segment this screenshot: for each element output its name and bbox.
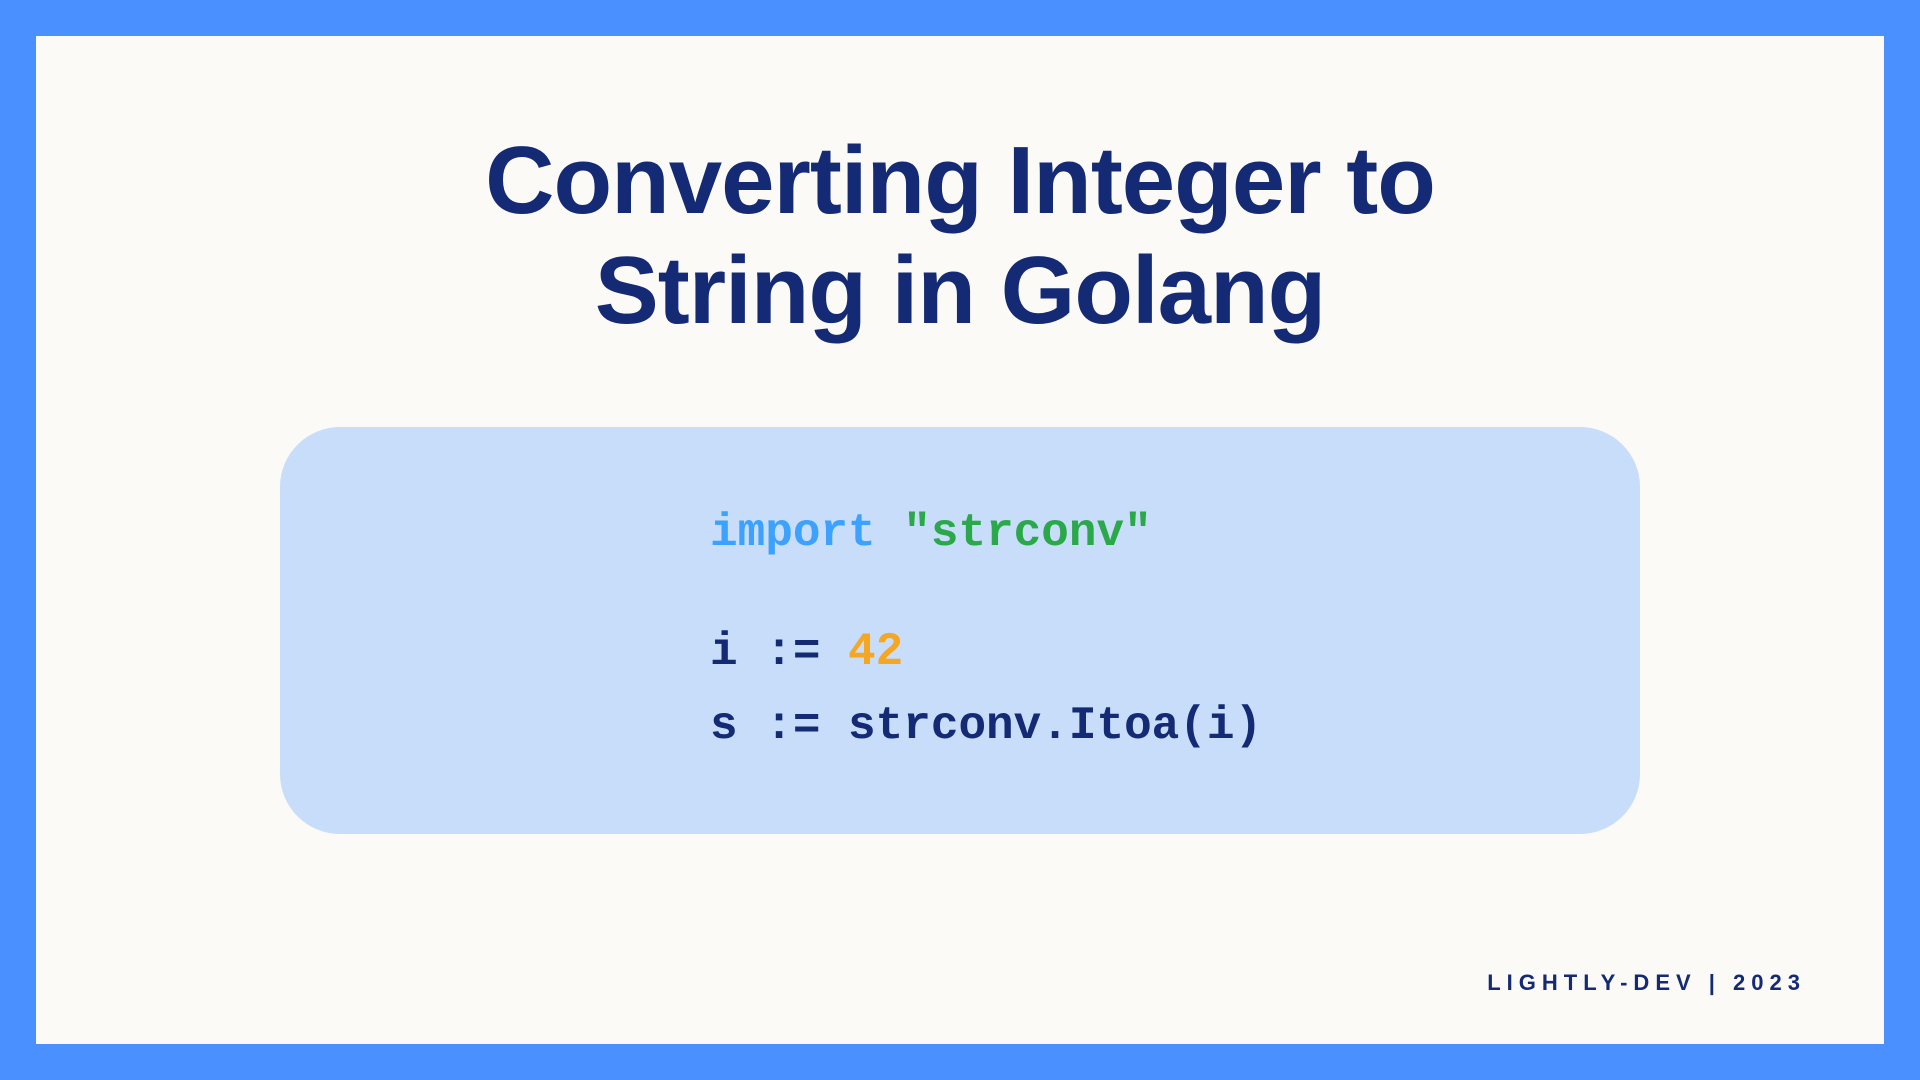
code-text: i := [710, 626, 848, 678]
title-line-2: String in Golang [595, 237, 1326, 344]
code-block: import "strconv" i := 42 s := strconv.It… [280, 427, 1640, 834]
slide-card: Converting Integer to String in Golang i… [36, 36, 1884, 1044]
string-literal: "strconv" [903, 507, 1151, 559]
title-line-1: Converting Integer to [485, 127, 1435, 234]
footer-credit: LIGHTLY-DEV | 2023 [1487, 970, 1806, 996]
code-line-assign-int: i := 42 [710, 616, 1580, 690]
keyword-import: import [710, 507, 876, 559]
code-line-itoa: s := strconv.Itoa(i) [710, 690, 1580, 764]
code-line-blank [710, 570, 1580, 616]
number-literal: 42 [848, 626, 903, 678]
code-line-import: import "strconv" [710, 497, 1580, 571]
slide-title: Converting Integer to String in Golang [485, 126, 1435, 347]
code-text: s := strconv.Itoa(i) [710, 700, 1262, 752]
